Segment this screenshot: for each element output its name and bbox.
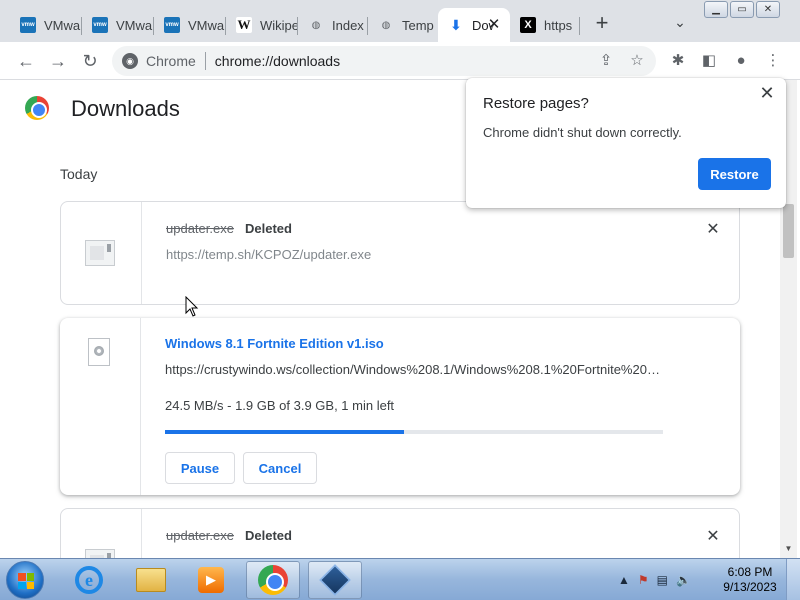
disc-image-file-icon [88, 338, 110, 366]
download-url[interactable]: https://temp.sh/KCPOZ/updater.exe [166, 247, 371, 262]
address-bar[interactable]: ◉ Chrome chrome://downloads [112, 46, 656, 76]
folder-icon [136, 568, 166, 592]
download-status: Deleted [245, 528, 292, 543]
taskbar-file-explorer[interactable] [124, 561, 178, 599]
progress-fill [165, 430, 405, 434]
taskbar-virtualbox[interactable] [308, 561, 362, 599]
media-player-icon: ▶ [198, 567, 224, 593]
wikipedia-icon: W [236, 17, 252, 33]
download-item: updater.exe Deleted https://temp.sh/KCPO… [60, 201, 740, 305]
tab-label: Temp [402, 17, 434, 33]
scrollbar-thumb[interactable] [783, 204, 794, 258]
mouse-cursor-icon [185, 296, 199, 317]
chrome-site-icon: ◉ [122, 53, 138, 69]
download-url[interactable]: https://crustywindo.ws/collection/Window… [165, 362, 665, 377]
tab-label: VMware [188, 17, 226, 33]
volume-icon[interactable]: 🔈 [676, 573, 691, 587]
tab-label: VMware [44, 17, 82, 33]
action-center-flag-icon[interactable]: ⚑ [638, 573, 649, 587]
taskbar-chrome[interactable] [246, 561, 300, 599]
remove-item-icon[interactable]: ✕ [705, 222, 721, 238]
tab-search-icon[interactable]: ⌄ [668, 14, 692, 38]
date-heading: Today [60, 166, 98, 182]
vmware-icon: vmw [92, 17, 108, 33]
restore-button[interactable]: Restore [698, 158, 771, 190]
windows-logo-icon [18, 573, 34, 589]
tab-downloads[interactable]: ⬇ Downloads ✕ [438, 8, 510, 42]
tab-vmware-1[interactable]: vmw VMware [10, 8, 82, 42]
download-item-active: Windows 8.1 Fortnite Edition v1.iso http… [60, 318, 740, 495]
tab-strip: vmw VMware vmw VMware vmw VMware W Wikip… [0, 0, 800, 42]
download-progress-bar [165, 430, 663, 434]
tab-temp[interactable]: ◍ Temp [368, 8, 438, 42]
virtualbox-icon [319, 564, 351, 596]
system-clock[interactable]: 6:08 PM 9/13/2023 [718, 565, 782, 595]
dialog-message: Chrome didn't shut down correctly. [483, 125, 682, 140]
show-desktop-button[interactable] [786, 559, 800, 600]
menu-icon[interactable]: ⋮ [762, 50, 784, 72]
dialog-title: Restore pages? [483, 95, 589, 112]
tab-label: Index [332, 17, 364, 33]
back-button[interactable]: ← [14, 49, 38, 73]
chrome-logo-icon [25, 96, 49, 120]
start-button[interactable] [6, 561, 44, 599]
tab-label: Wikipedia [260, 17, 298, 33]
minimize-button[interactable]: ▁ [704, 1, 728, 18]
tab-label: https [544, 17, 573, 33]
download-progress-text: 24.5 MB/s - 1.9 GB of 3.9 GB, 1 min left [165, 398, 395, 413]
download-filename-link[interactable]: Windows 8.1 Fortnite Edition v1.iso [165, 336, 384, 351]
tab-index[interactable]: ◍ Index [298, 8, 368, 42]
url-text: chrome://downloads [214, 53, 341, 69]
window-controls: ▁ ▭ ✕ [704, 1, 780, 18]
tab-label: VMware [116, 17, 154, 33]
cancel-button[interactable]: Cancel [243, 452, 317, 484]
internet-explorer-icon: e [75, 566, 103, 594]
tab-x[interactable]: X https [510, 8, 580, 42]
close-tab-icon[interactable]: ✕ [486, 17, 502, 33]
side-panel-icon[interactable]: ◧ [698, 50, 720, 72]
pause-button[interactable]: Pause [165, 452, 235, 484]
network-icon[interactable]: ▤ [657, 573, 668, 587]
clock-date: 9/13/2023 [723, 580, 777, 594]
download-status: Deleted [245, 221, 292, 236]
taskbar: e ▶ ▲ ⚑ ▤ 🔈 6:08 PM 9/13/2023 [0, 558, 800, 600]
remove-item-icon[interactable]: ✕ [705, 529, 721, 545]
extensions-icon[interactable]: ✱ [667, 50, 689, 72]
maximize-button[interactable]: ▭ [730, 1, 754, 18]
forward-button[interactable]: → [46, 49, 70, 73]
close-window-button[interactable]: ✕ [756, 1, 780, 18]
download-icon: ⬇ [450, 16, 462, 33]
new-tab-button[interactable]: + [590, 12, 614, 36]
vmware-icon: vmw [164, 17, 180, 33]
scroll-down-arrow-icon[interactable]: ▼ [780, 540, 797, 557]
tab-wikipedia[interactable]: W Wikipedia [226, 8, 298, 42]
system-tray: ▲ ⚑ ▤ 🔈 [618, 573, 691, 587]
download-filename: updater.exe [166, 528, 234, 543]
taskbar-media-player[interactable]: ▶ [184, 561, 238, 599]
download-filename: updater.exe [166, 221, 234, 236]
taskbar-internet-explorer[interactable]: e [62, 561, 116, 599]
site-label: Chrome [146, 53, 196, 69]
tray-expand-icon[interactable]: ▲ [618, 573, 630, 587]
close-icon[interactable]: ✕ [756, 82, 778, 104]
chrome-icon [258, 565, 288, 595]
restore-pages-dialog: Restore pages? Chrome didn't shut down c… [466, 78, 786, 208]
toolbar: ← → ↻ ◉ Chrome chrome://downloads ⇪ ☆ ✱ … [0, 42, 800, 80]
file-icon [85, 240, 115, 266]
globe-icon: ◍ [381, 19, 391, 31]
vmware-icon: vmw [20, 17, 36, 33]
x-logo-icon: X [520, 17, 536, 33]
bookmark-star-icon[interactable]: ☆ [626, 50, 648, 72]
globe-icon: ◍ [311, 19, 321, 31]
clock-time: 6:08 PM [727, 565, 773, 579]
reload-button[interactable]: ↻ [78, 49, 102, 73]
page-title: Downloads [71, 96, 180, 121]
profile-icon[interactable]: ● [730, 50, 752, 72]
share-icon[interactable]: ⇪ [595, 50, 617, 72]
tab-vmware-2[interactable]: vmw VMware [82, 8, 154, 42]
tab-vmware-3[interactable]: vmw VMware [154, 8, 226, 42]
